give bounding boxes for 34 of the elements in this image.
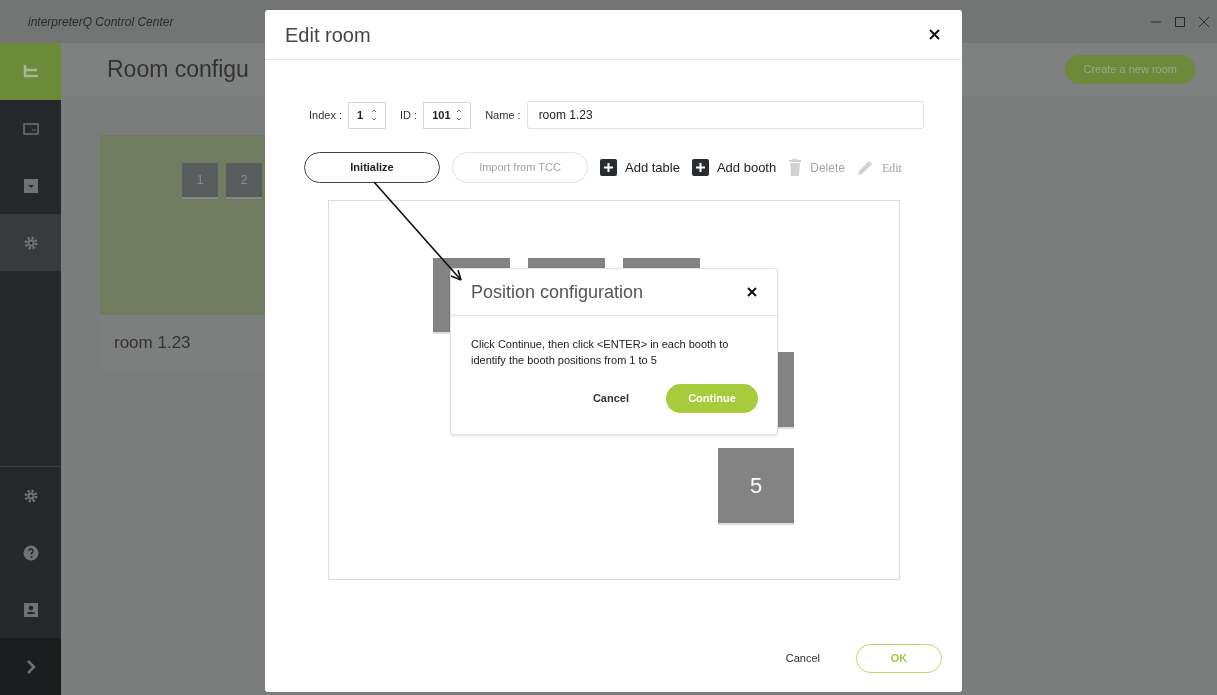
plus-icon [691,159,709,176]
room-name: room 1.23 [114,331,191,354]
sidebar-item[interactable] [0,214,61,271]
spinner-arrows-icon [371,108,378,122]
close-icon[interactable] [929,29,940,40]
field-label: Index : [309,107,343,123]
cancel-button[interactable]: Cancel [785,650,820,667]
dialog-title: Position configuration [471,280,644,304]
maximize-icon[interactable] [1175,16,1185,27]
cancel-button[interactable]: Cancel [592,390,629,407]
add-button[interactable]: Add table [625,157,680,178]
spinner-arrows-icon [456,108,463,122]
plus-icon [600,159,617,176]
settings-icon [22,487,39,504]
settings-icon [22,234,39,251]
close-icon[interactable] [747,287,757,297]
field-label: Name : [485,107,521,123]
field-label: ID : [400,107,418,123]
archive-icon [22,177,39,194]
dialog-message: Click Continue, then click <ENTER> in each booth to identify the booth positions from 1 to 5 [470,337,730,368]
window-title: interpreterQ Control Center [28,13,174,31]
page-title: Room configu [107,55,249,85]
contact-icon [22,601,39,618]
screen-icon [22,120,39,137]
number-field[interactable]: 1 [348,101,387,129]
number-field[interactable]: 101 [423,101,472,129]
dialog-title: Edit room [285,22,371,48]
name-field[interactable]: room 1.23 [526,101,924,129]
help-icon [22,544,39,561]
booth: 5 [718,448,794,525]
trash-icon [788,159,803,176]
logo-icon [21,63,40,80]
pencil-icon [856,159,874,176]
add-button[interactable]: Add booth [716,157,777,178]
